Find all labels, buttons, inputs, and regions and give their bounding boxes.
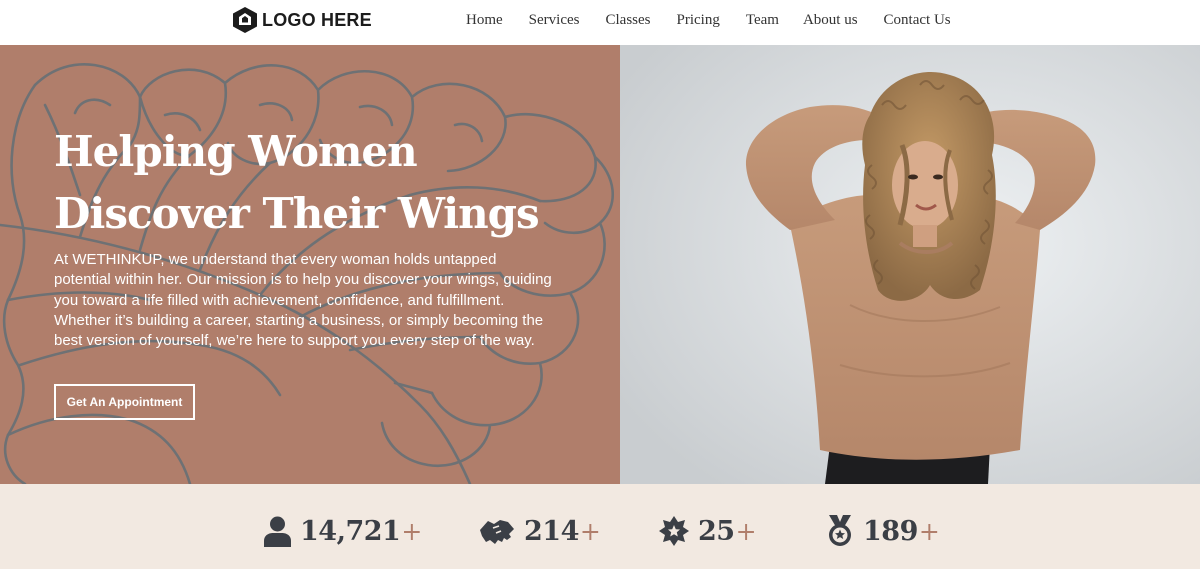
stat-value: 25 — [698, 515, 735, 547]
hero-title: Helping Women Discover Their Wings — [54, 121, 594, 245]
site-header: LOGO HERE Home Services Classes Pricing … — [0, 0, 1200, 45]
stat-value: 214 — [524, 515, 579, 547]
logo[interactable]: LOGO HERE — [232, 6, 372, 34]
stat-value: 189 — [863, 515, 918, 547]
get-appointment-button[interactable]: Get An Appointment — [54, 384, 195, 420]
stat-value: 14,721 — [300, 515, 401, 547]
medal-icon — [829, 515, 851, 546]
stat-plus: + — [735, 516, 757, 546]
stat-item: 214 + — [478, 514, 601, 548]
nav-classes[interactable]: Classes — [606, 12, 651, 28]
user-icon — [264, 516, 291, 547]
stats-bar: 14,721 + 214 + 25 + 189 + — [0, 484, 1200, 569]
nav-contact-us[interactable]: Contact Us — [884, 12, 951, 28]
stat-plus: + — [918, 516, 940, 546]
logo-text: LOGO HERE — [262, 9, 372, 30]
hero-description: At WETHINKUP, we understand that every w… — [54, 251, 552, 350]
main-nav: Home Services Classes Pricing Team About… — [466, 12, 951, 28]
stat-item: 189 + — [826, 514, 940, 548]
hero-text-panel: Helping Women Discover Their Wings At WE… — [0, 45, 620, 484]
hero-title-line-1: Helping Women — [54, 127, 418, 176]
nav-home[interactable]: Home — [466, 12, 503, 28]
hero-photo — [620, 45, 1200, 484]
stat-plus: + — [579, 516, 601, 546]
stat-item: 14,721 + — [264, 514, 422, 548]
nav-about-us[interactable]: About us — [803, 12, 858, 28]
hero-title-line-2: Discover Their Wings — [54, 189, 540, 238]
badge-star-icon — [659, 516, 689, 546]
nav-pricing[interactable]: Pricing — [677, 12, 720, 28]
nav-team[interactable]: Team — [746, 12, 779, 28]
stat-plus: + — [401, 516, 423, 546]
woman-portrait-image — [620, 45, 1200, 484]
stat-item: 25 + — [659, 514, 757, 548]
nav-services[interactable]: Services — [529, 12, 580, 28]
handshake-icon — [480, 520, 514, 544]
hexagon-home-icon — [233, 7, 257, 33]
